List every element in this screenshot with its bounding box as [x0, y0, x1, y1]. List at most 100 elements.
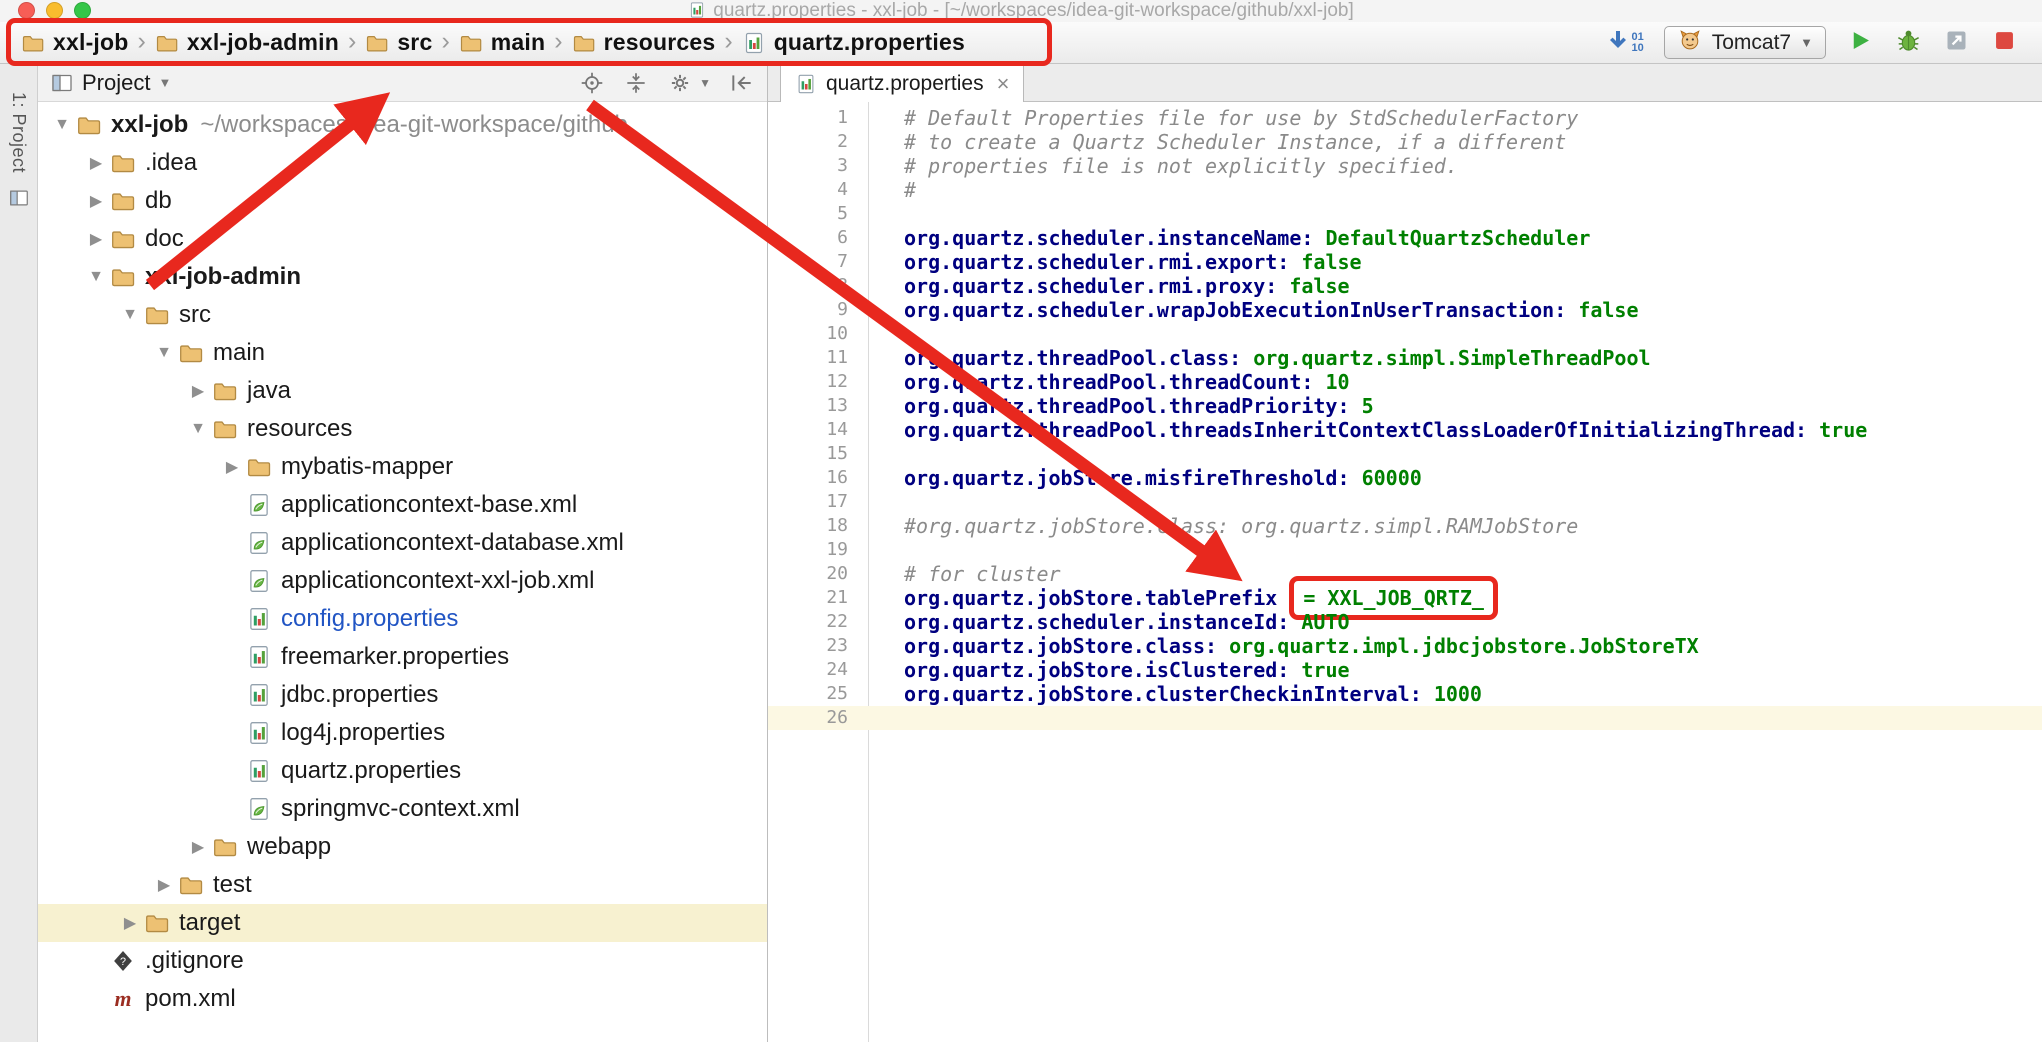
locate-file-icon[interactable]: [579, 70, 605, 96]
settings-gear-icon[interactable]: [667, 70, 693, 96]
chevron-expanded-icon[interactable]: ▼: [48, 116, 76, 134]
tree-item-applicationcontext-base.xml[interactable]: applicationcontext-base.xml: [38, 486, 767, 524]
line-number: 25: [768, 682, 848, 706]
editor-tab-quartz-properties[interactable]: quartz.properties ×: [780, 64, 1024, 102]
chevron-expanded-icon[interactable]: ▼: [82, 268, 110, 286]
code-text[interactable]: # for cluster: [904, 562, 1061, 586]
chevron-collapsed-icon[interactable]: ▶: [82, 191, 110, 211]
tree-item-label: xxl-job: [111, 111, 188, 139]
tree-item-label: java: [247, 377, 291, 405]
chevron-collapsed-icon[interactable]: ▶: [150, 875, 178, 895]
project-tool-window-button[interactable]: 1: Project: [8, 92, 29, 173]
tree-item-.idea[interactable]: ▶.idea: [38, 144, 767, 182]
code-text[interactable]: org.quartz.scheduler.rmi.export: false: [904, 250, 1362, 274]
tree-item-db[interactable]: ▶db: [38, 182, 767, 220]
tree-item-quartz.properties[interactable]: quartz.properties: [38, 752, 767, 790]
tree-item-xxl-job[interactable]: ▼xxl-job ~/workspaces/idea-git-workspace…: [38, 106, 767, 144]
code-text[interactable]: #: [904, 178, 916, 202]
breadcrumb-separator: ›: [724, 27, 732, 56]
tree-item-webapp[interactable]: ▶webapp: [38, 828, 767, 866]
debug-button[interactable]: [1894, 29, 1922, 57]
code-text[interactable]: org.quartz.scheduler.instanceName: Defau…: [904, 226, 1590, 250]
tree-item-springmvc-context.xml[interactable]: springmvc-context.xml: [38, 790, 767, 828]
code-editor[interactable]: 1# Default Properties file for use by St…: [768, 102, 2042, 1042]
property-value: false: [1578, 298, 1638, 322]
code-text[interactable]: org.quartz.jobStore.misfireThreshold: 60…: [904, 466, 1422, 490]
code-line-16: 16org.quartz.jobStore.misfireThreshold: …: [768, 466, 2042, 490]
code-text[interactable]: org.quartz.scheduler.wrapJobExecutionInU…: [904, 298, 1639, 322]
tree-item-jdbc.properties[interactable]: jdbc.properties: [38, 676, 767, 714]
tree-item-.gitignore[interactable]: ?.gitignore: [38, 942, 767, 980]
code-text[interactable]: org.quartz.scheduler.instanceId: AUTO: [904, 610, 1350, 634]
code-text[interactable]: #org.quartz.jobStore.class: org.quartz.s…: [904, 514, 1578, 538]
coverage-button[interactable]: [1942, 29, 1970, 57]
project-panel-icon[interactable]: [8, 187, 30, 209]
code-text[interactable]: # Default Properties file for use by Std…: [904, 106, 1578, 130]
tree-item-config.properties[interactable]: config.properties: [38, 600, 767, 638]
breadcrumb-item-resources[interactable]: resources: [567, 27, 721, 58]
code-text[interactable]: # properties file is not explicitly spec…: [904, 154, 1458, 178]
code-text[interactable]: org.quartz.jobStore.tablePrefix = XXL_JO…: [904, 586, 1498, 610]
chevron-expanded-icon[interactable]: ▼: [184, 420, 212, 438]
tree-item-main[interactable]: ▼main: [38, 334, 767, 372]
code-text[interactable]: org.quartz.threadPool.threadPriority: 5: [904, 394, 1374, 418]
code-text[interactable]: org.quartz.scheduler.rmi.proxy: false: [904, 274, 1350, 298]
chevron-expanded-icon[interactable]: ▼: [116, 306, 144, 324]
chevron-collapsed-icon[interactable]: ▶: [82, 153, 110, 173]
properties-icon: [246, 682, 272, 708]
breadcrumb-item-quartz.properties[interactable]: quartz.properties: [737, 27, 970, 58]
code-text[interactable]: org.quartz.threadPool.threadCount: 10: [904, 370, 1350, 394]
incoming-changes-indicator[interactable]: 01 10: [1606, 28, 1644, 57]
breadcrumb-item-src[interactable]: src: [360, 27, 437, 58]
property-key: org.quartz.jobStore.misfireThreshold:: [904, 466, 1350, 490]
tree-item-resources[interactable]: ▼resources: [38, 410, 767, 448]
tree-item-applicationcontext-database.xml[interactable]: applicationcontext-database.xml: [38, 524, 767, 562]
code-line-3: 3# properties file is not explicitly spe…: [768, 154, 2042, 178]
tree-item-doc[interactable]: ▶doc: [38, 220, 767, 258]
stop-icon: [1991, 27, 2018, 59]
tree-item-pom.xml[interactable]: mpom.xml: [38, 980, 767, 1018]
code-text[interactable]: org.quartz.threadPool.class: org.quartz.…: [904, 346, 1651, 370]
code-text[interactable]: org.quartz.threadPool.threadsInheritCont…: [904, 418, 1867, 442]
breadcrumb-label: xxl-job-admin: [187, 29, 339, 56]
hide-panel-icon[interactable]: [729, 70, 755, 96]
chevron-collapsed-icon[interactable]: ▶: [82, 229, 110, 249]
chevron-collapsed-icon[interactable]: ▶: [218, 457, 246, 477]
breadcrumb-item-main[interactable]: main: [454, 27, 550, 58]
tree-item-applicationcontext-xxl-job.xml[interactable]: applicationcontext-xxl-job.xml: [38, 562, 767, 600]
breadcrumb-item-xxl-job-admin[interactable]: xxl-job-admin: [150, 27, 344, 58]
chevron-collapsed-icon[interactable]: ▶: [184, 381, 212, 401]
tree-item-xxl-job-admin[interactable]: ▼xxl-job-admin: [38, 258, 767, 296]
tree-item-java[interactable]: ▶ java: [38, 372, 767, 410]
code-text[interactable]: org.quartz.jobStore.clusterCheckinInterv…: [904, 682, 1482, 706]
code-text[interactable]: # to create a Quartz Scheduler Instance,…: [904, 130, 1566, 154]
code-text[interactable]: org.quartz.jobStore.isClustered: true: [904, 658, 1350, 682]
chevron-expanded-icon[interactable]: ▼: [150, 344, 178, 362]
tree-item-log4j.properties[interactable]: log4j.properties: [38, 714, 767, 752]
tree-item-test[interactable]: ▶test: [38, 866, 767, 904]
chevron-collapsed-icon[interactable]: ▶: [184, 837, 212, 857]
close-window-button[interactable]: [18, 2, 35, 19]
minimize-window-button[interactable]: [46, 2, 63, 19]
close-tab-icon[interactable]: ×: [997, 71, 1010, 97]
tree-item-freemarker.properties[interactable]: freemarker.properties: [38, 638, 767, 676]
tree-item-label: pom.xml: [145, 985, 236, 1013]
code-line-12: 12 org.quartz.threadPool.threadCount: 10: [768, 370, 2042, 394]
code-line-23: 23org.quartz.jobStore.class: org.quartz.…: [768, 634, 2042, 658]
breadcrumb-item-xxl-job[interactable]: xxl-job: [16, 27, 134, 58]
code-text[interactable]: org.quartz.jobStore.class: org.quartz.im…: [904, 634, 1699, 658]
plain-text: [1350, 394, 1362, 418]
tree-item-mybatis-mapper[interactable]: ▶mybatis-mapper: [38, 448, 767, 486]
springxml-icon: [246, 492, 272, 518]
line-number: 12: [768, 370, 848, 394]
project-panel-title[interactable]: Project: [82, 70, 150, 96]
code-line-19: 19: [768, 538, 2042, 562]
collapse-all-icon[interactable]: [623, 70, 649, 96]
chevron-collapsed-icon[interactable]: ▶: [116, 913, 144, 933]
tree-item-target[interactable]: ▶target: [38, 904, 767, 942]
tree-item-src[interactable]: ▼src: [38, 296, 767, 334]
run-button[interactable]: [1846, 29, 1874, 57]
stop-button[interactable]: [1990, 29, 2018, 57]
zoom-window-button[interactable]: [74, 2, 91, 19]
run-configuration-select[interactable]: Tomcat7 ▼: [1664, 26, 1826, 59]
